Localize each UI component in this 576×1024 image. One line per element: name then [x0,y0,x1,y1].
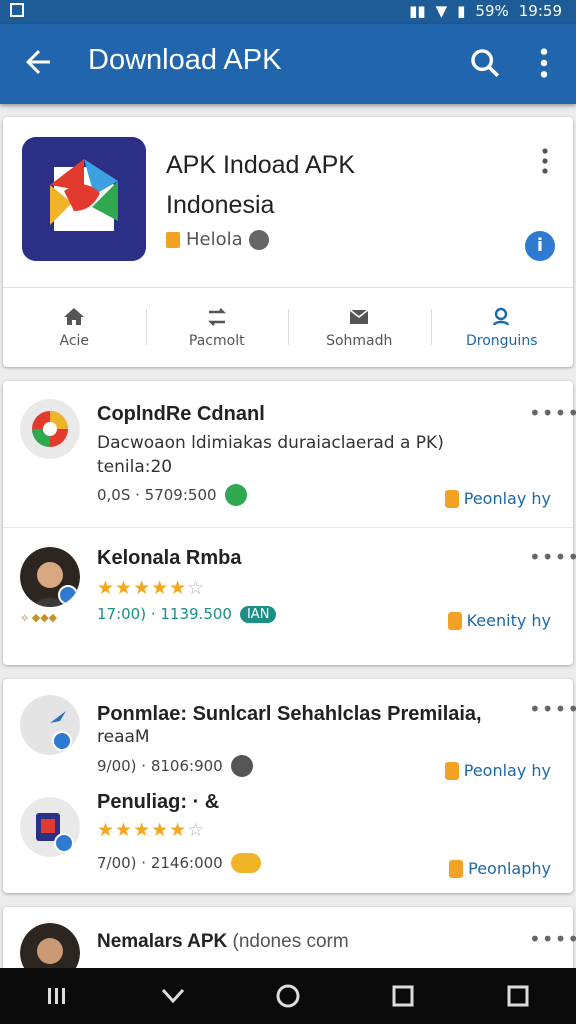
item-description: Dacwoaon ldimiakas duraiaclaerad a PK) [97,433,444,453]
decorative-divider: ⟡ ◆◆◆ [21,611,58,624]
person-search-icon [492,307,509,326]
action-mail[interactable]: Sohmadh [288,287,431,367]
item-meta: 9/00) · 8106:900 [97,755,253,777]
lock-icon [449,859,464,878]
clock: 19:59 [518,2,562,20]
item-title: CoplndRe Cdnanl [97,403,265,425]
app-avatar-icon [20,797,80,857]
item-subtitle: reaaM [97,727,150,747]
item-more-icon[interactable]: •••• [529,697,576,721]
action-row: Acie Pacmolt Sohmadh Dronguins [3,287,573,367]
system-nav-bar [0,968,576,1024]
install-link[interactable]: Keenity hy [447,611,551,630]
back-arrow-icon[interactable] [20,44,56,80]
item-meta: 7/00) · 2146:000 [97,853,261,873]
square-icon[interactable] [383,976,423,1016]
app-menu-icon[interactable] [539,147,551,175]
rating-stars: ★★★★★☆ [97,577,206,599]
list-item[interactable]: Nemalars APK (ndones corm •••• [3,907,576,983]
overflow-menu-icon[interactable] [530,46,558,80]
verified-badge-icon [166,231,180,248]
status-icons: ▮▮ ▼ ▮ 59% 19:59 [409,2,562,20]
install-link[interactable]: Peonlay hy [444,489,551,508]
search-icon[interactable] [468,46,502,80]
install-link[interactable]: Peonlay hy [444,761,551,780]
action-home[interactable]: Acie [3,287,146,367]
item-subtitle: tenila:20 [97,457,173,477]
tag-badge: IAN [239,605,277,623]
developer-name: Helola [186,229,243,250]
page-title: Download APK [88,44,282,76]
signal-icon: ▮▮ [409,2,426,20]
item-title: Ponmlae: Sunlcarl Sehahlclas Premilaia, [97,703,482,725]
recent-apps-icon[interactable] [38,976,78,1016]
item-title: Kelonala Rmba [97,547,242,569]
item-title: Nemalars APK (ndones corm [97,931,349,952]
app-avatar-icon [20,399,80,459]
lock-icon [444,489,459,508]
install-link[interactable]: Peonlaphy [449,859,551,878]
app-logo-icon [22,137,146,261]
item-more-icon[interactable]: •••• [529,545,576,569]
image-notification-icon [10,3,24,17]
app-bar: Download APK [0,24,576,104]
lock-icon [444,761,459,780]
lock-icon [447,611,462,630]
user-thumb-icon [230,755,253,777]
item-more-icon[interactable]: •••• [529,927,576,951]
item-meta: 17:00) · 1139.500 IAN [97,605,277,623]
play-badge-icon [224,484,247,506]
results-card-2: Ponmlae: Sunlcarl Sehahlclas Premilaia, … [3,679,576,893]
rating-stars: ★★★★★☆ [97,819,206,841]
developer-line[interactable]: Helola [166,229,269,250]
list-item[interactable]: CoplndRe Cdnanl •••• Dacwoaon ldimiakas … [3,381,576,527]
action-person-search[interactable]: Dronguins [430,287,574,367]
list-item[interactable]: Ponmlae: Sunlcarl Sehahlclas Premilaia, … [3,679,576,789]
list-item[interactable]: Kelonala Rmba •••• ★★★★★☆ ⟡ ◆◆◆ 17:00) ·… [3,527,576,665]
action-transfer[interactable]: Pacmolt [145,287,289,367]
airplane-avatar-icon [20,695,80,755]
battery-icon: ▮ [457,2,466,20]
overview-icon[interactable] [498,976,538,1016]
home-icon [64,308,85,325]
mail-icon [349,309,369,324]
emoji-badge-icon [230,853,261,873]
clock-icon [248,229,269,250]
app-title: APK Indoad APK Indonesia [166,151,356,219]
results-card-1: CoplndRe Cdnanl •••• Dacwoaon ldimiakas … [3,381,576,665]
status-bar: ▮▮ ▼ ▮ 59% 19:59 [0,0,576,24]
results-card-3: Nemalars APK (ndones corm •••• [3,907,576,983]
list-item[interactable]: Penuliag: · & ★★★★★☆ 7/00) · 2146:000 Pe… [3,789,573,893]
wifi-icon: ▼ [435,2,448,20]
info-icon[interactable]: i [525,231,555,261]
item-meta: 0,0S · 5709:500 [97,484,247,506]
transfer-icon [207,308,226,326]
app-detail-card: APK Indoad APK Indonesia Helola i Acie P… [3,117,573,367]
chevron-down-icon[interactable] [153,976,193,1016]
battery-percent: 59% [475,2,509,20]
user-avatar-icon [20,547,80,607]
item-title: Penuliag: · & [97,791,220,813]
home-circle-icon[interactable] [268,976,308,1016]
item-more-icon[interactable]: •••• [529,401,576,425]
